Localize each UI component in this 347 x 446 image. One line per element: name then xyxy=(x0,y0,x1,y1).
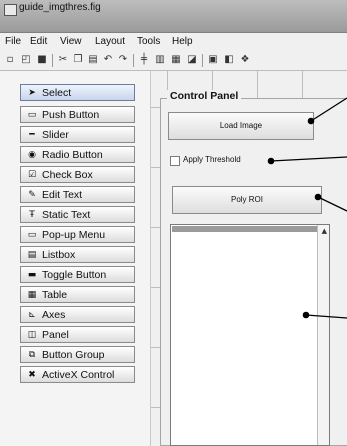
callout-line xyxy=(310,97,347,122)
annotation-callouts xyxy=(267,97,347,319)
callout-line xyxy=(317,196,347,212)
callout-line xyxy=(270,156,347,162)
callout-line xyxy=(305,314,347,319)
callout-dot xyxy=(267,157,275,165)
callout-dot xyxy=(302,311,310,319)
callout-dot xyxy=(307,117,315,125)
callout-dot xyxy=(314,193,322,201)
